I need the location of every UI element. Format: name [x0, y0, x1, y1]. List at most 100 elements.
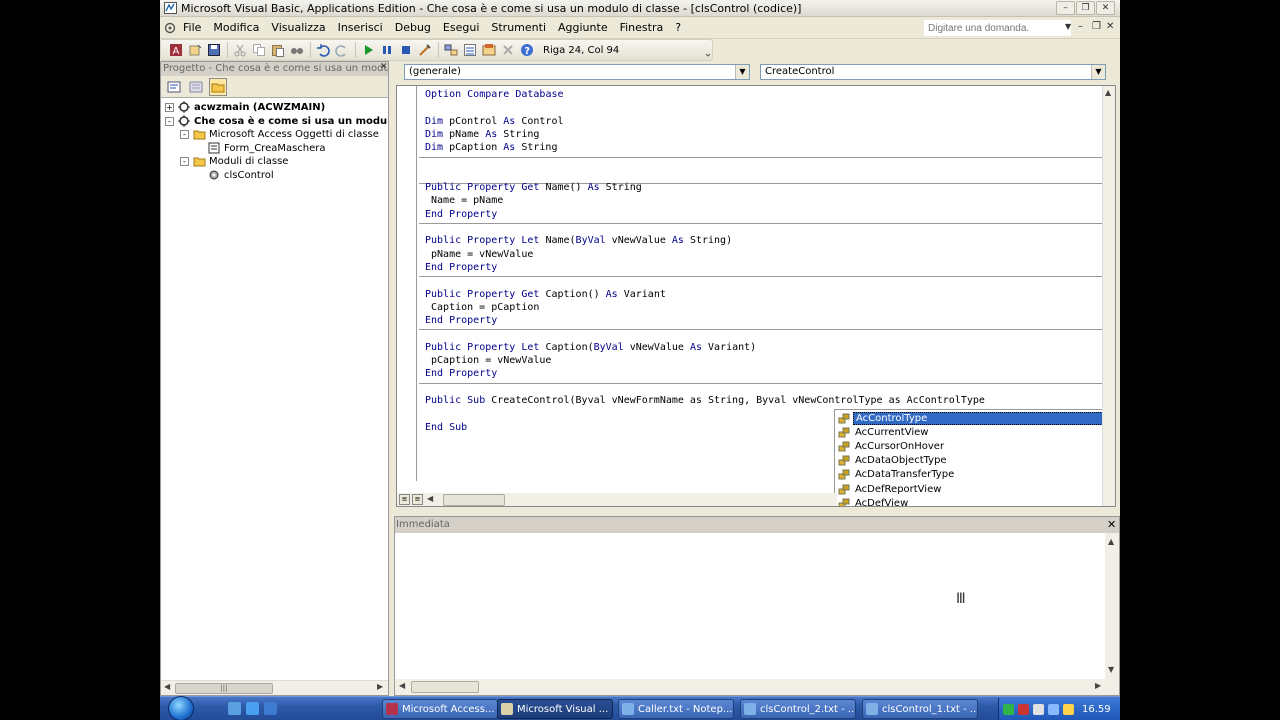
taskbar-button[interactable]: clsControl_2.txt - ... [740, 699, 856, 719]
view-code-icon[interactable] [165, 78, 183, 96]
collapse-icon[interactable]: - [165, 116, 174, 126]
code-margin[interactable] [397, 86, 417, 481]
code-line[interactable]: Dim pCaption As String [425, 141, 557, 154]
object-combo[interactable]: (generale) ▼ [404, 64, 750, 80]
project-close-icon[interactable]: ✕ [380, 62, 388, 72]
menu-file[interactable]: File [177, 21, 207, 34]
code-line[interactable]: End Property [425, 261, 497, 274]
close-button[interactable]: ✕ [1096, 1, 1115, 15]
toolbar-options-handle[interactable] [703, 41, 713, 61]
tree-node-access-objects[interactable]: - Microsoft Access Oggetti di classe [180, 127, 379, 141]
internet-explorer-icon[interactable] [246, 702, 259, 715]
mdi-minimize-button[interactable]: – [1078, 21, 1083, 32]
taskbar-button[interactable]: Caller.txt - Notep... [618, 699, 734, 719]
autocomplete-item[interactable]: AcDefView [837, 496, 1102, 506]
stop-icon[interactable] [397, 41, 415, 59]
cut-icon[interactable] [231, 41, 249, 59]
collapse-icon[interactable]: - [180, 156, 189, 166]
autocomplete-list[interactable]: AcControlType AcCurrentView AcCursorOnHove… [834, 409, 1103, 506]
procedure-view-icon[interactable]: ≡ [399, 494, 410, 505]
object-browser-icon[interactable] [480, 41, 498, 59]
scroll-down-icon[interactable]: ▼ [1108, 665, 1114, 674]
code-line[interactable]: Public Property Let Name(ByVal vNewValue… [425, 234, 732, 247]
help-dropdown-icon[interactable]: ▼ [1065, 22, 1073, 31]
menu-esegui[interactable]: Esegui [437, 21, 485, 34]
autocomplete-item[interactable]: AcControlType [837, 411, 1102, 425]
autocomplete-item[interactable]: AcDataObjectType [837, 454, 1102, 468]
switch-windows-icon[interactable] [264, 702, 277, 715]
vba-app-icon[interactable] [163, 2, 177, 15]
menu-modifica[interactable]: Modifica [207, 21, 265, 34]
save-icon[interactable] [205, 41, 223, 59]
full-module-view-icon[interactable]: ≡ [412, 494, 423, 505]
chevron-down-icon[interactable]: ▼ [1091, 65, 1105, 79]
scroll-thumb[interactable] [443, 494, 505, 506]
taskbar-button[interactable]: Microsoft Access... [382, 699, 498, 719]
scroll-right-icon[interactable]: ▶ [377, 682, 383, 691]
code-line[interactable]: End Property [425, 208, 497, 221]
code-line[interactable]: Dim pName As String [425, 128, 539, 141]
menu-app-icon[interactable] [163, 19, 177, 37]
menu-debug[interactable]: Debug [389, 21, 437, 34]
access-icon[interactable]: A [167, 41, 185, 59]
undo-icon[interactable] [314, 41, 332, 59]
scroll-left-icon[interactable]: ◀ [427, 494, 433, 503]
code-line[interactable]: Public Property Get Caption() As Variant [425, 288, 666, 301]
project-explorer-icon[interactable] [442, 41, 460, 59]
code-editor[interactable]: Option Compare Database Dim pControl As C… [396, 85, 1116, 507]
code-vertical-scrollbar[interactable]: ▲ [1102, 86, 1115, 506]
tray-app-icon[interactable] [1003, 703, 1014, 715]
tree-node-acwzmain[interactable]: + acwzmain (ACWZMAIN) [165, 100, 325, 114]
menu-visualizza[interactable]: Visualizza [265, 21, 331, 34]
code-line[interactable]: pCaption = vNewValue [425, 354, 551, 367]
tree-node-clscontrol[interactable]: clsControl [207, 168, 274, 182]
tray-security-icon[interactable] [1018, 703, 1029, 715]
tree-node-current-project[interactable]: - Che cosa è e come si usa un modulo di … [165, 114, 388, 128]
menu-finestra[interactable]: Finestra [614, 21, 670, 34]
scroll-thumb[interactable]: ||| [175, 683, 273, 694]
power-icon[interactable] [1063, 703, 1074, 715]
scroll-thumb[interactable] [411, 681, 479, 693]
code-line[interactable]: Dim pControl As Control [425, 115, 564, 128]
show-desktop-icon[interactable] [228, 702, 241, 715]
autocomplete-item[interactable]: AcDefReportView [837, 482, 1102, 496]
mdi-restore-button[interactable]: ❐ [1092, 21, 1101, 32]
procedure-combo[interactable]: CreateControl ▼ [760, 64, 1106, 80]
scroll-left-icon[interactable]: ◀ [164, 682, 170, 691]
menu-aggiunte[interactable]: Aggiunte [552, 21, 614, 34]
volume-icon[interactable] [1033, 703, 1044, 715]
expand-icon[interactable]: + [165, 102, 174, 112]
menu-inserisci[interactable]: Inserisci [332, 21, 389, 34]
view-object-icon[interactable] [187, 78, 205, 96]
code-line[interactable]: End Property [425, 367, 497, 380]
code-line[interactable]: Public Property Let Caption(ByVal vNewVa… [425, 341, 756, 354]
network-icon[interactable] [1048, 703, 1059, 715]
project-horizontal-scrollbar[interactable]: ◀ ||| ▶ [161, 680, 388, 695]
code-line[interactable]: End Sub [425, 421, 467, 434]
insert-icon[interactable] [186, 41, 204, 59]
copy-icon[interactable] [250, 41, 268, 59]
immediate-vertical-scrollbar[interactable]: ▲ ▼ [1105, 533, 1119, 679]
autocomplete-item[interactable]: AcCursorOnHover [837, 439, 1102, 453]
code-horizontal-scrollbar[interactable]: ≡ ≡ ◀ [397, 493, 837, 506]
properties-icon[interactable] [461, 41, 479, 59]
scroll-left-icon[interactable]: ◀ [399, 681, 405, 690]
minimize-button[interactable]: – [1056, 1, 1075, 15]
code-line[interactable]: Caption = pCaption [425, 301, 539, 314]
menu-help[interactable]: ? [669, 21, 687, 34]
immediate-close-icon[interactable]: ✕ [1107, 518, 1116, 531]
code-line[interactable]: Public Sub CreateControl(Byval vNewFormN… [425, 394, 985, 407]
toggle-folders-icon[interactable] [209, 77, 227, 96]
redo-icon[interactable] [333, 41, 351, 59]
find-icon[interactable] [288, 41, 306, 59]
scroll-up-icon[interactable]: ▲ [1108, 537, 1114, 546]
paste-icon[interactable] [269, 41, 287, 59]
restore-button[interactable]: ❐ [1076, 1, 1095, 15]
help-question-input[interactable] [924, 20, 1071, 36]
pause-icon[interactable] [378, 41, 396, 59]
scroll-up-icon[interactable]: ▲ [1105, 88, 1111, 97]
help-icon[interactable]: ? [518, 41, 536, 59]
code-line[interactable]: Name = pName [425, 194, 503, 207]
code-line[interactable]: Public Property Get Name() As String [425, 181, 642, 194]
code-line[interactable]: pName = vNewValue [425, 248, 533, 261]
